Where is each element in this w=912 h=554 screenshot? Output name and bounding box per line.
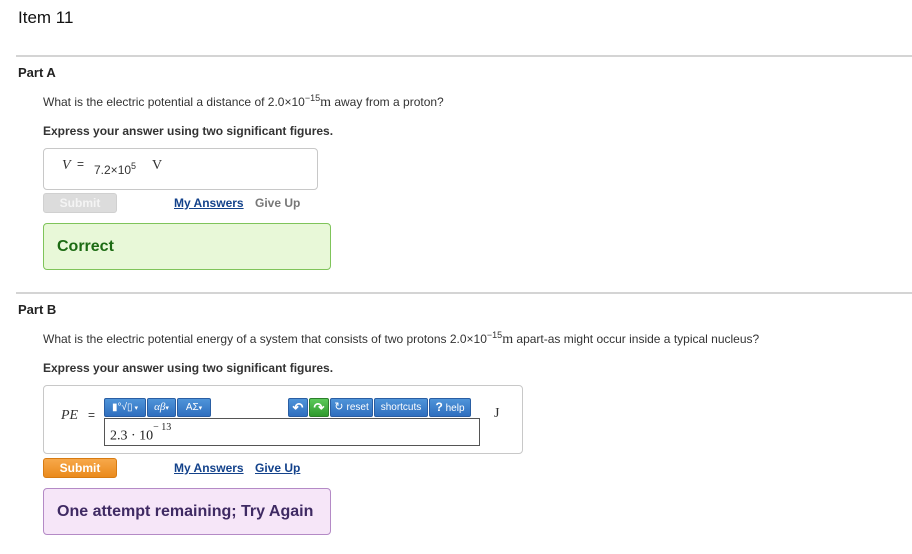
answer-value: 7.2×105	[94, 161, 136, 177]
reset-button[interactable]: ↻ reset	[330, 398, 373, 417]
help-label: help	[445, 403, 465, 414]
shortcuts-button[interactable]: shortcuts	[374, 398, 428, 417]
feedback-text: Correct	[57, 238, 114, 255]
redo-button[interactable]: ↷	[309, 398, 329, 417]
submit-button[interactable]: Submit	[43, 458, 117, 478]
answer-unit: V	[152, 158, 163, 173]
question-exponent: −15	[304, 93, 321, 103]
dropdown-icon: ▾	[132, 405, 138, 412]
undo-icon: ↶	[292, 400, 304, 415]
symbols-button[interactable]: ΑΣ▾	[177, 398, 211, 417]
give-up-link[interactable]: Give Up	[255, 461, 300, 475]
symbols-icon: ΑΣ	[185, 402, 199, 413]
greek-button[interactable]: αβ▾	[147, 398, 176, 417]
math-input-value: 2.3 · 10− 13	[110, 422, 171, 445]
question-text: What is the electric potential energy of…	[43, 332, 487, 346]
answer-variable: V	[62, 158, 71, 173]
equation-toolbar: ▮°√▯ ▾ αβ▾ ΑΣ▾ ↶ ↷ ↻ reset shortcuts ? h…	[104, 398, 480, 417]
undo-button[interactable]: ↶	[288, 398, 308, 417]
item-title: Item 11	[18, 8, 74, 27]
answer-variable: PE	[61, 408, 79, 423]
question-unit: m	[320, 95, 331, 110]
feedback-text: One attempt remaining; Try Again	[57, 503, 314, 520]
my-answers-link[interactable]: My Answers	[174, 461, 244, 475]
part-b-instruction: Express your answer using two significan…	[43, 361, 334, 375]
part-b-title: Part B	[18, 302, 57, 317]
question-exponent: −15	[486, 330, 503, 340]
part-a-question: What is the electric potential a distanc…	[43, 93, 444, 111]
dropdown-icon: ▾	[198, 405, 203, 412]
answer-math-input[interactable]: 2.3 · 10− 13	[104, 418, 480, 446]
help-icon: ?	[435, 400, 443, 414]
value-base: 7.2×10	[94, 163, 132, 177]
question-unit: m	[502, 332, 514, 347]
part-a-title: Part A	[18, 65, 56, 80]
question-text: What is the electric potential a distanc…	[43, 95, 305, 109]
value-exponent: 5	[131, 161, 137, 171]
dropdown-icon: ▾	[165, 405, 169, 412]
part-a-answer-box: V = 7.2×105 V	[43, 148, 318, 190]
divider	[16, 55, 912, 57]
divider	[16, 292, 912, 294]
part-b-question: What is the electric potential energy of…	[43, 330, 759, 348]
question-text-end: apart-as might occur inside a typical nu…	[513, 332, 760, 346]
templates-button[interactable]: ▮°√▯ ▾	[104, 398, 146, 417]
help-button[interactable]: ? help	[429, 398, 471, 417]
shortcuts-label: shortcuts	[380, 402, 422, 413]
submit-button[interactable]: Submit	[43, 193, 117, 213]
part-b-answer-box: PE = ▮°√▯ ▾ αβ▾ ΑΣ▾ ↶ ↷ ↻ reset shortcut…	[43, 385, 523, 454]
templates-icon: ▮°√▯	[112, 402, 133, 413]
input-exponent: − 13	[153, 422, 172, 433]
reset-label: reset	[346, 402, 369, 413]
question-text-end: away from a proton?	[331, 95, 444, 109]
greek-icon: αβ	[154, 401, 166, 413]
give-up-link: Give Up	[255, 196, 301, 210]
answer-equals: =	[77, 157, 85, 171]
redo-icon: ↷	[313, 400, 325, 415]
input-base: 2.3 · 10	[110, 428, 154, 444]
try-again-feedback: One attempt remaining; Try Again	[43, 488, 331, 535]
answer-equals: =	[88, 408, 96, 422]
answer-unit: J	[494, 406, 500, 421]
correct-feedback: Correct	[43, 223, 331, 270]
my-answers-link[interactable]: My Answers	[174, 196, 244, 210]
part-a-instruction: Express your answer using two significan…	[43, 124, 334, 138]
reset-icon: ↻	[334, 401, 347, 413]
